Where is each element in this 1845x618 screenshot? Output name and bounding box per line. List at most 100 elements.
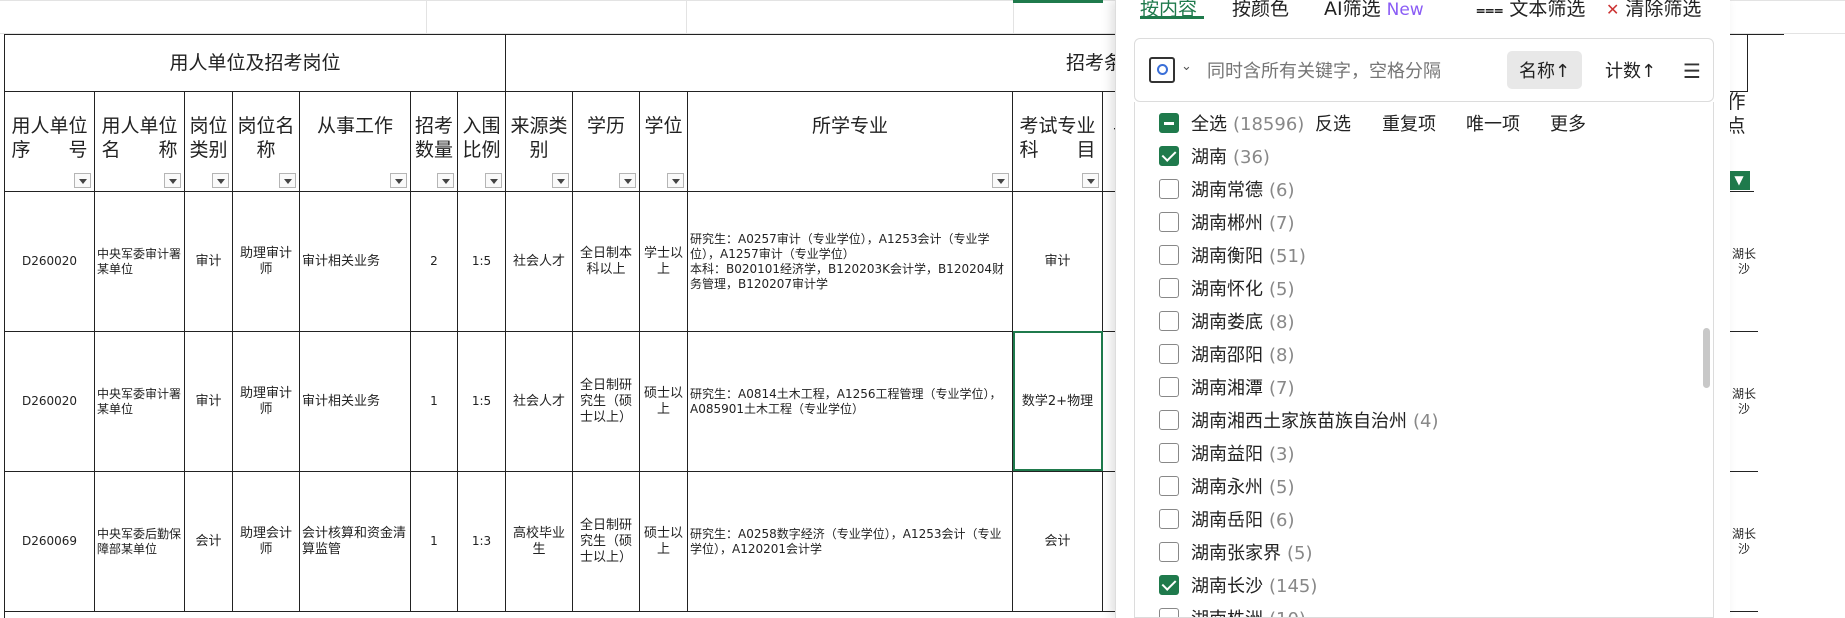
filter-item-checkbox[interactable]: [1159, 146, 1179, 166]
cell-major[interactable]: 研究生：A0257审计（专业学位），A1253会计（专业学位），A1257审计（…: [688, 192, 1013, 332]
filter-list-item[interactable]: 湖南岳阳 (6): [1191, 506, 1295, 532]
cell-post[interactable]: 助理审计师: [233, 332, 300, 472]
clear-filter-button[interactable]: ✕ 清除筛选: [1606, 0, 1701, 21]
filter-list-item[interactable]: 湖南湘西土家族苗族自治州 (4): [1191, 407, 1439, 433]
invert-selection-link[interactable]: 反选: [1315, 110, 1351, 136]
cell-num[interactable]: 1: [411, 332, 458, 472]
list-scrollbar[interactable]: [1703, 328, 1710, 388]
cell-exam[interactable]: 会计: [1013, 472, 1103, 612]
search-scope-icon[interactable]: [1149, 57, 1175, 83]
cell-edu[interactable]: 全日制本科以上: [573, 192, 640, 332]
cell-work[interactable]: 审计相关业务: [300, 192, 411, 332]
cell-org[interactable]: 中央军委后勤保障部某单位: [95, 472, 185, 612]
filter-item-checkbox[interactable]: [1159, 575, 1179, 595]
cell-id[interactable]: D260069: [5, 472, 95, 612]
filter-panel[interactable]: 按内容 按颜色 AI筛选New ⩶文本筛选 ✕清除筛选 ⌄ 名称↑ 计数↑ ☰ …: [1115, 0, 1730, 618]
filter-list-item[interactable]: 湖南长沙 (145): [1191, 572, 1317, 598]
chevron-down-icon[interactable]: ⌄: [1181, 59, 1192, 74]
filter-list-item[interactable]: 湖南邵阳 (8): [1191, 341, 1295, 367]
filter-dropdown-button[interactable]: [279, 173, 296, 188]
filter-item-checkbox[interactable]: [1159, 311, 1179, 331]
filter-item-checkbox[interactable]: [1159, 443, 1179, 463]
filter-list-item[interactable]: 湖南怀化 (5): [1191, 275, 1295, 301]
filter-dropdown-button[interactable]: [164, 173, 181, 188]
filter-list-item[interactable]: 湖南益阳 (3): [1191, 440, 1295, 466]
cell-source[interactable]: 社会人才: [506, 192, 573, 332]
filter-item-checkbox[interactable]: [1159, 344, 1179, 364]
unique-link[interactable]: 唯一项: [1466, 110, 1520, 136]
filter-value-list[interactable]: 全选 (18596) 反选 重复项 唯一项 更多 湖南 (36) 湖南常德 (6) 湖南郴…: [1134, 102, 1714, 618]
cell-num[interactable]: 2: [411, 192, 458, 332]
cell-exam[interactable]: 审计: [1013, 192, 1103, 332]
filter-dropdown-button[interactable]: [485, 173, 502, 188]
duplicates-link[interactable]: 重复项: [1382, 110, 1436, 136]
cell-id[interactable]: D260020: [5, 192, 95, 332]
filter-list-item[interactable]: 湖南常德 (6): [1191, 176, 1295, 202]
cell-id[interactable]: D260020: [5, 332, 95, 472]
filter-list-item[interactable]: 湖南永州 (5): [1191, 473, 1295, 499]
cell-ratio[interactable]: 1:3: [458, 472, 506, 612]
cell-source[interactable]: 社会人才: [506, 332, 573, 472]
filter-dropdown-button[interactable]: [552, 173, 569, 188]
cell-work[interactable]: 审计相关业务: [300, 332, 411, 472]
cell-source[interactable]: 高校毕业生: [506, 472, 573, 612]
filter-item-checkbox[interactable]: [1159, 278, 1179, 298]
cell-exam[interactable]: 数学2+物理: [1013, 332, 1103, 472]
cell-cat[interactable]: 审计: [185, 332, 233, 472]
settings-icon[interactable]: ☰: [1683, 59, 1701, 83]
filter-dropdown-button[interactable]: [74, 173, 91, 188]
filter-dropdown-button[interactable]: [1082, 173, 1099, 188]
filter-list-item[interactable]: 湖南郴州 (7): [1191, 209, 1295, 235]
select-all-item[interactable]: 全选 (18596): [1191, 110, 1304, 136]
cell-location[interactable]: 湖长沙: [1730, 192, 1758, 332]
cell-major[interactable]: 研究生：A0258数字经济（专业学位），A1253会计（专业学位），A12020…: [688, 472, 1013, 612]
filter-list-item[interactable]: 湖南娄底 (8): [1191, 308, 1295, 334]
tab-by-color[interactable]: 按颜色: [1232, 0, 1289, 21]
search-input[interactable]: [1207, 57, 1457, 85]
cell-edu[interactable]: 全日制研究生（硕士以上）: [573, 472, 640, 612]
cell-location[interactable]: 湖长沙: [1730, 332, 1758, 472]
filter-dropdown-button[interactable]: [390, 173, 407, 188]
cell-degree[interactable]: 学士以上: [640, 192, 688, 332]
cell-num[interactable]: 1: [411, 472, 458, 612]
cell-org[interactable]: 中央军委审计署某单位: [95, 192, 185, 332]
filter-item-checkbox[interactable]: [1159, 608, 1179, 617]
filter-item-checkbox[interactable]: [1159, 377, 1179, 397]
cell-cat[interactable]: 会计: [185, 472, 233, 612]
filter-item-checkbox[interactable]: [1159, 179, 1179, 199]
cell-edu[interactable]: 全日制研究生（硕士以上）: [573, 332, 640, 472]
cell-org[interactable]: 中央军委审计署某单位: [95, 332, 185, 472]
cell-degree[interactable]: 硕士以上: [640, 332, 688, 472]
sort-by-count-button[interactable]: 计数↑: [1593, 51, 1668, 89]
cell-location[interactable]: 湖长沙: [1730, 472, 1758, 612]
filter-item-checkbox[interactable]: [1159, 509, 1179, 529]
filter-list-item[interactable]: 湖南 (36): [1191, 143, 1270, 169]
filter-dropdown-button[interactable]: [212, 173, 229, 188]
filter-item-checkbox[interactable]: [1159, 542, 1179, 562]
tab-ai-filter[interactable]: AI筛选 New: [1324, 0, 1424, 21]
cell-major[interactable]: 研究生：A0814土木工程，A1256工程管理（专业学位），A085901土木工…: [688, 332, 1013, 472]
active-filter-icon[interactable]: ▼: [1728, 171, 1750, 190]
more-link[interactable]: 更多: [1550, 110, 1586, 136]
filter-dropdown-button[interactable]: [619, 173, 636, 188]
filter-dropdown-button[interactable]: [667, 173, 684, 188]
sort-by-name-button[interactable]: 名称↑: [1507, 51, 1583, 89]
filter-list-item[interactable]: 湖南衡阳 (51): [1191, 242, 1306, 268]
cell-cat[interactable]: 审计: [185, 192, 233, 332]
filter-dropdown-button[interactable]: [992, 173, 1009, 188]
filter-list-item[interactable]: 湖南株洲 (10): [1191, 605, 1306, 617]
filter-dropdown-button[interactable]: [437, 173, 454, 188]
cell-ratio[interactable]: 1:5: [458, 332, 506, 472]
cell-degree[interactable]: 硕士以上: [640, 472, 688, 612]
cell-post[interactable]: 助理会计师: [233, 472, 300, 612]
select-all-checkbox[interactable]: [1159, 113, 1179, 133]
filter-list-item[interactable]: 湖南湘潭 (7): [1191, 374, 1295, 400]
cell-work[interactable]: 会计核算和资金清算监管: [300, 472, 411, 612]
filter-item-checkbox[interactable]: [1159, 410, 1179, 430]
filter-list-item[interactable]: 湖南张家界 (5): [1191, 539, 1313, 565]
tab-text-filter[interactable]: ⩶ 文本筛选: [1476, 0, 1585, 21]
filter-item-checkbox[interactable]: [1159, 212, 1179, 232]
filter-item-checkbox[interactable]: [1159, 476, 1179, 496]
filter-item-checkbox[interactable]: [1159, 245, 1179, 265]
cell-ratio[interactable]: 1:5: [458, 192, 506, 332]
